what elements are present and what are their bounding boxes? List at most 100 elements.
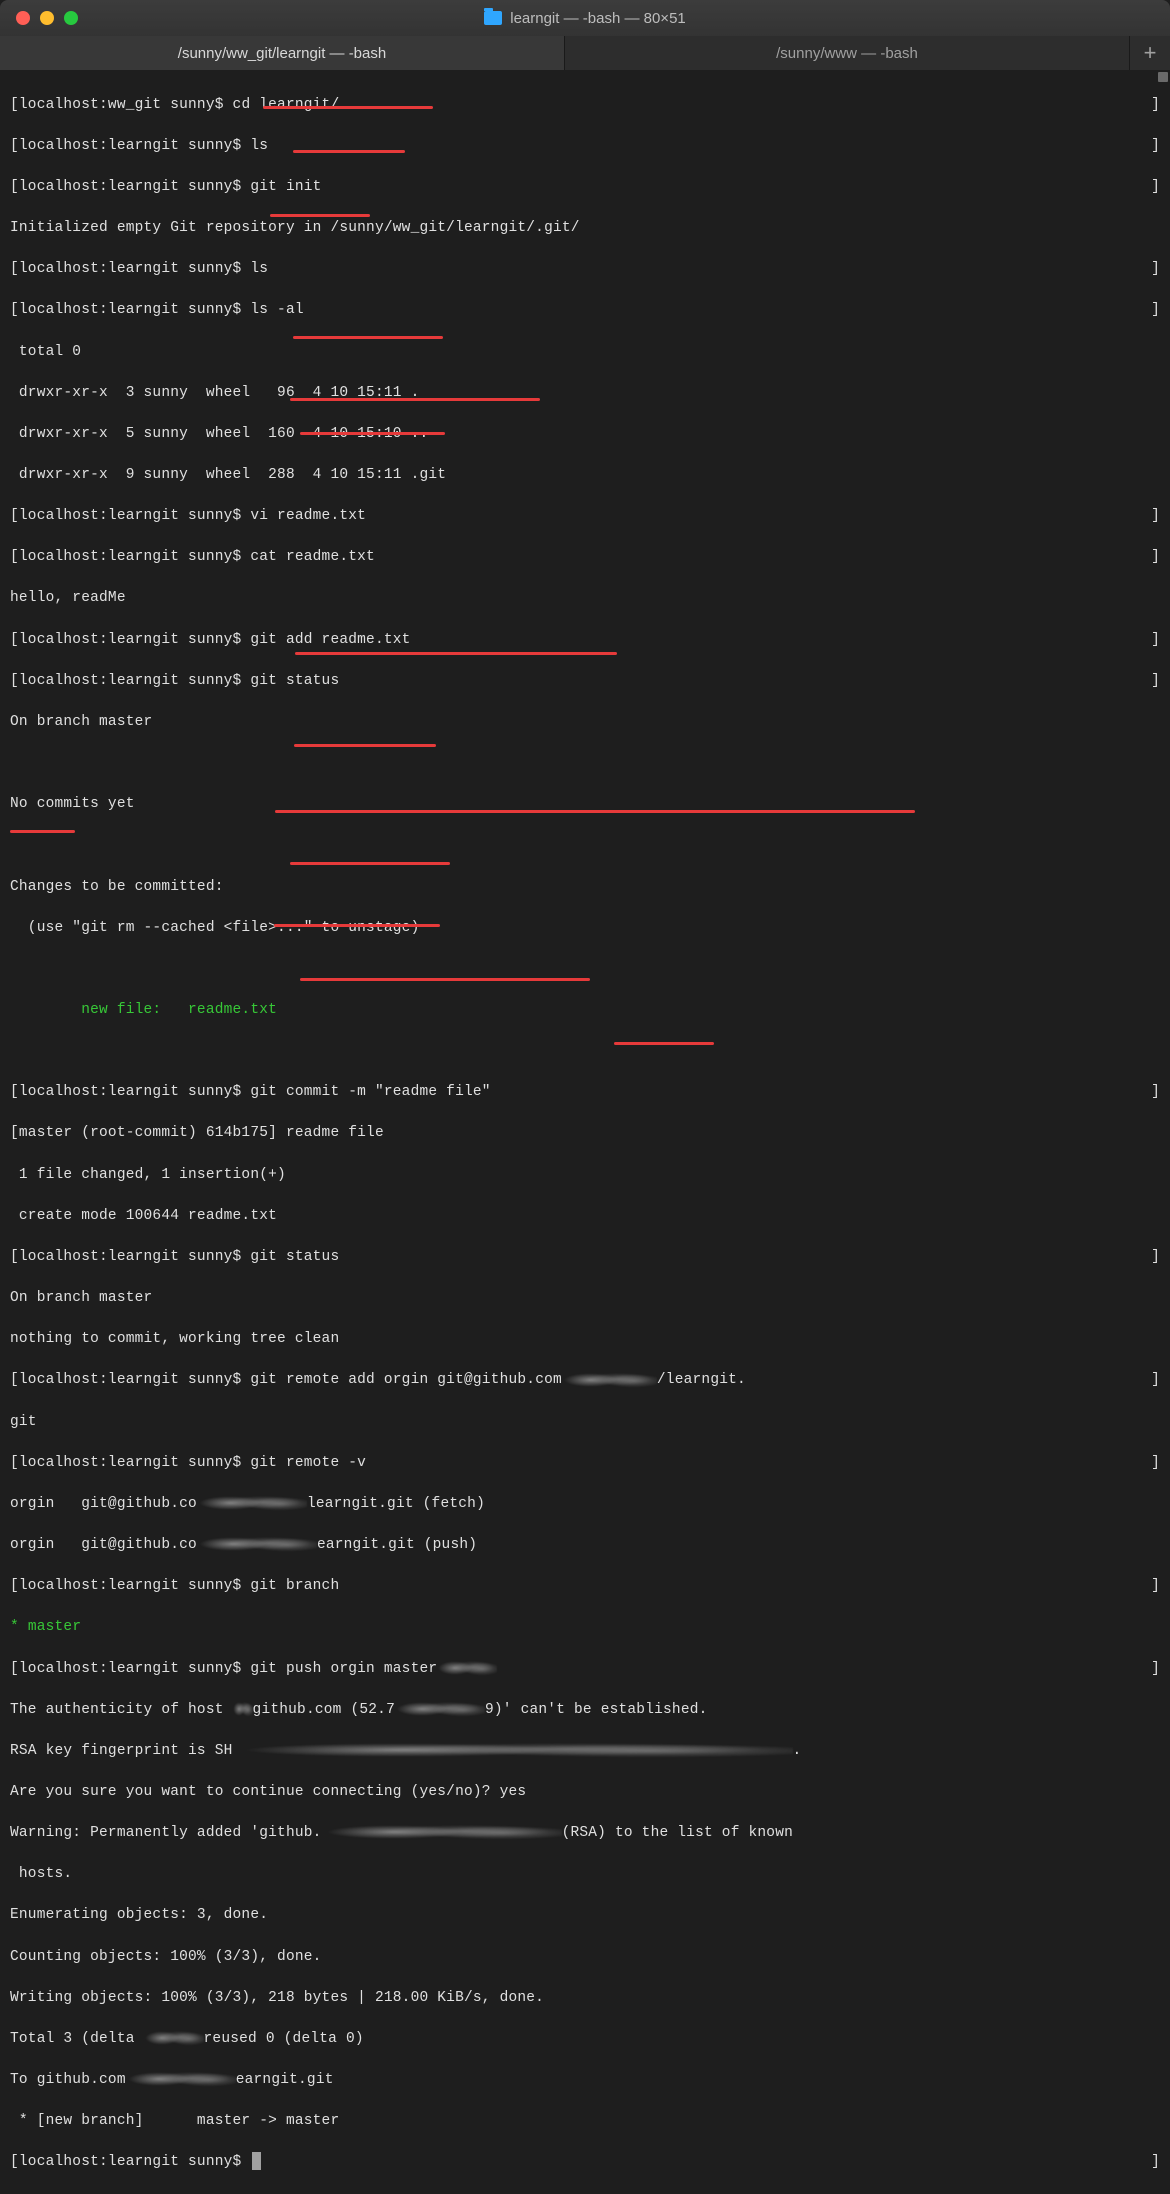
out-unstage: (use "git rm --cached <file>..." to unst… xyxy=(10,920,419,936)
prompt: [localhost:learngit sunny$ xyxy=(10,138,250,154)
bracket: ] xyxy=(1151,1082,1160,1103)
cmd-status: git status xyxy=(250,673,339,689)
bracket: ] xyxy=(1151,630,1160,651)
out-rv2: orgin git@github.co xyxy=(10,1537,197,1553)
cmd-cd: cd learngit/ xyxy=(233,97,340,113)
bracket: ] xyxy=(1151,177,1160,198)
prompt: [localhost:learngit sunny$ xyxy=(10,302,250,318)
bracket: ] xyxy=(1151,1576,1160,1597)
redacted-icon xyxy=(197,1536,317,1552)
out-star: * xyxy=(10,1619,28,1635)
prompt: [localhost:learngit sunny$ xyxy=(10,1455,250,1471)
terminal-viewport[interactable]: [localhost:ww_git sunny$ cd learngit/] [… xyxy=(0,70,1170,2194)
prompt: [localhost:learngit sunny$ xyxy=(10,1372,250,1388)
tab-www[interactable]: /sunny/www — -bash xyxy=(565,36,1130,70)
cmd-remote-v: git remote -v xyxy=(250,1455,366,1471)
window-title: learngit — -bash — 80×51 xyxy=(484,10,686,27)
bracket: ] xyxy=(1151,136,1160,157)
out-dir1: drwxr-xr-x 3 sunny wheel 96 4 10 15:11 . xyxy=(10,385,419,401)
bracket: ] xyxy=(1151,1659,1160,1680)
prompt: [localhost:learngit sunny$ xyxy=(10,632,250,648)
redacted-icon xyxy=(144,2030,204,2046)
cursor-icon xyxy=(252,2152,261,2170)
bracket: ] xyxy=(1151,1247,1160,1268)
out-warn: Warning: Permanently added 'github. xyxy=(10,1825,322,1841)
cmd-branch: git branch xyxy=(250,1578,339,1594)
prompt: [localhost:learngit sunny$ xyxy=(10,673,250,689)
redacted-icon xyxy=(437,1660,497,1676)
prompt: [localhost:learngit sunny$ xyxy=(10,2154,250,2170)
maximize-button[interactable] xyxy=(64,11,78,25)
cmd-git-init: git init xyxy=(250,179,321,195)
out-branch: On branch master xyxy=(10,714,152,730)
bracket: ] xyxy=(1151,1453,1160,1474)
redacted-icon xyxy=(126,2071,236,2087)
cmd-status2: git status xyxy=(250,1249,339,1265)
out-total3: Total 3 (delta xyxy=(10,2031,144,2047)
prompt: [localhost:learngit sunny$ xyxy=(10,549,250,565)
out-newfile: new file: readme.txt xyxy=(10,1002,277,1018)
cmd-cat: cat readme.txt xyxy=(250,549,375,565)
close-button[interactable] xyxy=(16,11,30,25)
bracket: ] xyxy=(1151,1370,1160,1391)
folder-icon xyxy=(484,11,502,25)
prompt: [localhost:learngit sunny$ xyxy=(10,261,250,277)
prompt: [localhost:learngit sunny$ xyxy=(10,508,250,524)
cmd-add: git add readme.txt xyxy=(250,632,410,648)
redacted-icon xyxy=(322,1824,562,1840)
out-master: master xyxy=(28,1619,81,1635)
cmd-ls2: ls xyxy=(250,261,268,277)
tab-bar: /sunny/ww_git/learngit — -bash /sunny/ww… xyxy=(0,36,1170,70)
prompt: [localhost:learngit sunny$ xyxy=(10,1661,250,1677)
out-dir2: drwxr-xr-x 5 sunny wheel 160 4 10 15:10 … xyxy=(10,426,428,442)
out-init: Initialized empty Git repository in /sun… xyxy=(10,220,580,236)
redacted-icon xyxy=(395,1701,485,1717)
bracket: ] xyxy=(1151,300,1160,321)
cmd-commit: git commit -m "readme file" xyxy=(250,1084,490,1100)
out-hosts: hosts. xyxy=(10,1866,72,1882)
cmd-ls: ls xyxy=(250,138,268,154)
prompt: [localhost:learngit sunny$ xyxy=(10,179,250,195)
prompt: [localhost:learngit sunny$ xyxy=(10,1578,250,1594)
redacted-icon xyxy=(233,1742,793,1758)
out-enum: Enumerating objects: 3, done. xyxy=(10,1907,268,1923)
out-yesno: Are you sure you want to continue connec… xyxy=(10,1784,526,1800)
tab-learngit[interactable]: /sunny/ww_git/learngit — -bash xyxy=(0,36,565,70)
bracket: ] xyxy=(1151,506,1160,527)
out-dir3: drwxr-xr-x 9 sunny wheel 288 4 10 15:11 … xyxy=(10,467,446,483)
redacted-icon xyxy=(233,1701,253,1717)
cmd-vi: vi readme.txt xyxy=(250,508,366,524)
out-nocommit: No commits yet xyxy=(10,796,135,812)
out-commit1: [master (root-commit) 614b175] readme fi… xyxy=(10,1125,384,1141)
prompt: [localhost:ww_git sunny$ xyxy=(10,97,233,113)
bracket: ] xyxy=(1151,547,1160,568)
out-auth: The authenticity of host xyxy=(10,1702,233,1718)
out-commit3: create mode 100644 readme.txt xyxy=(10,1208,277,1224)
out-rv1: orgin git@github.co xyxy=(10,1496,197,1512)
redacted-icon xyxy=(562,1372,657,1388)
minimize-button[interactable] xyxy=(40,11,54,25)
out-rsa: RSA key fingerprint is SH xyxy=(10,1743,233,1759)
bracket: ] xyxy=(1151,671,1160,692)
out-changes: Changes to be committed: xyxy=(10,879,224,895)
redacted-icon xyxy=(197,1495,307,1511)
cmd-remote-add: git remote add orgin git@github.com xyxy=(250,1372,562,1388)
new-tab-button[interactable]: + xyxy=(1130,36,1170,70)
out-clean: nothing to commit, working tree clean xyxy=(10,1331,339,1347)
bracket: ] xyxy=(1151,259,1160,280)
cmd-lsal: ls -al xyxy=(250,302,303,318)
out-count: Counting objects: 100% (3/3), done. xyxy=(10,1949,322,1965)
window-titlebar: learngit — -bash — 80×51 xyxy=(0,0,1170,36)
bracket: ] xyxy=(1151,2152,1160,2173)
out-branch2: On branch master xyxy=(10,1290,152,1306)
out-newbranch: * [new branch] master -> master xyxy=(10,2113,339,2129)
prompt: [localhost:learngit sunny$ xyxy=(10,1084,250,1100)
out-commit2: 1 file changed, 1 insertion(+) xyxy=(10,1167,286,1183)
cmd-remote-wrap: git xyxy=(10,1414,37,1430)
out-to: To github.com xyxy=(10,2072,126,2088)
out-cat: hello, readMe xyxy=(10,590,126,606)
out-write: Writing objects: 100% (3/3), 218 bytes |… xyxy=(10,1990,544,2006)
cmd-push: git push orgin master xyxy=(250,1661,437,1677)
bracket: ] xyxy=(1151,95,1160,116)
prompt: [localhost:learngit sunny$ xyxy=(10,1249,250,1265)
